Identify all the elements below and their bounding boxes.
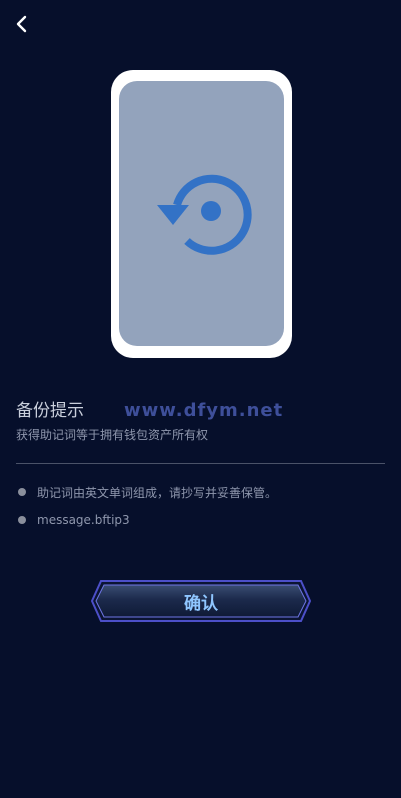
bullet-dot-icon <box>18 516 26 524</box>
chevron-left-icon <box>16 15 27 33</box>
tip-item: message.bftip3 <box>16 512 386 528</box>
confirm-button-label: 确认 <box>184 593 218 614</box>
bullet-dot-icon <box>18 488 26 496</box>
page-subtitle: 获得助记词等于拥有钱包资产所有权 <box>16 428 209 442</box>
tip-text: 助记词由英文单词组成，请抄写并妥善保管。 <box>37 485 278 500</box>
divider <box>16 463 385 464</box>
phone-screen <box>119 81 284 346</box>
tips-list: 助记词由英文单词组成，请抄写并妥善保管。 message.bftip3 <box>16 484 386 540</box>
tip-text: message.bftip3 <box>37 513 130 527</box>
tip-item: 助记词由英文单词组成，请抄写并妥善保管。 <box>16 484 386 500</box>
watermark-text: www.dfym.net <box>124 400 284 421</box>
page-title: 备份提示 <box>16 401 84 421</box>
back-button[interactable] <box>10 12 34 36</box>
backup-tip-page: 备份提示 www.dfym.net 获得助记词等于拥有钱包资产所有权 助记词由英… <box>0 0 401 798</box>
backup-restore-icon <box>156 174 252 255</box>
confirm-button[interactable]: 确认 <box>91 580 311 622</box>
phone-illustration <box>111 70 292 358</box>
